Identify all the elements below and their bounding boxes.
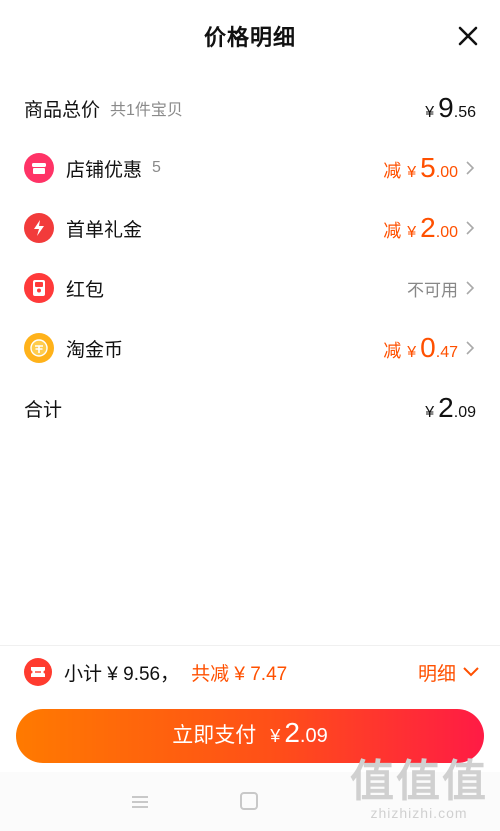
- price-decimal: .47: [435, 343, 458, 361]
- price-integer: 2: [438, 392, 454, 423]
- currency-symbol: ¥: [425, 404, 435, 421]
- currency-symbol: ¥: [270, 726, 281, 746]
- currency-symbol: ¥: [407, 223, 417, 241]
- detail-toggle[interactable]: 明细: [418, 659, 480, 686]
- row-label: 店铺优惠: [66, 159, 143, 181]
- detail-label: 明细: [417, 663, 456, 685]
- row-label: 红包: [66, 279, 105, 301]
- price-integer: 9: [438, 92, 454, 123]
- currency-symbol: ¥: [425, 104, 435, 121]
- reduce-label: 减: [383, 220, 402, 241]
- row-shop-discount[interactable]: 店铺优惠 5 减 ¥ 5 .00: [24, 146, 476, 190]
- red-packet-icon: [24, 273, 54, 303]
- home-icon[interactable]: [240, 792, 258, 810]
- reduce-label: 减: [383, 340, 402, 361]
- row-label: 首单礼金: [66, 219, 143, 241]
- currency-symbol: ¥: [407, 343, 417, 361]
- pay-label: 立即支付: [172, 724, 257, 747]
- watermark-url: zhizhizhi.com: [370, 805, 468, 821]
- row-first-order-gift[interactable]: 首单礼金 减 ¥ 2 .00: [24, 206, 476, 250]
- ticket-icon: [24, 658, 52, 686]
- price-decimal: .00: [435, 223, 458, 241]
- chevron-right-icon: [466, 161, 475, 175]
- currency-symbol: ¥: [407, 163, 417, 181]
- discount-count: 5: [152, 159, 161, 176]
- row-label: 合计: [24, 399, 63, 421]
- chevron-right-icon: [466, 281, 475, 295]
- watermark-logo: 值值值: [350, 757, 488, 806]
- unavailable-text: 不可用: [407, 280, 458, 300]
- coin-icon: [24, 333, 54, 363]
- chevron-right-icon: [466, 221, 475, 235]
- menu-icon[interactable]: [130, 794, 150, 810]
- chevron-down-icon: [463, 667, 479, 677]
- shop-icon: [24, 153, 54, 183]
- subtotal-text: 小计 ¥ 9.56，: [64, 663, 180, 685]
- price-decimal: .09: [453, 404, 476, 421]
- page-title: 价格明细: [203, 25, 296, 50]
- row-red-packet[interactable]: 红包 不可用: [24, 266, 476, 310]
- header: 价格明细: [0, 0, 500, 76]
- row-total-price: 商品总价 共1件宝贝 ¥ 9 .56: [24, 86, 476, 130]
- divider: [0, 645, 500, 646]
- row-taojinbi[interactable]: 淘金币 减 ¥ 0 .47: [24, 326, 476, 370]
- subtotal-bar: 小计 ¥ 9.56， 共减 ¥ 7.47 明细: [24, 652, 480, 692]
- row-sum-total: 合计 ¥ 2 .09: [24, 386, 476, 430]
- total-savings: 共减 ¥ 7.47: [191, 663, 288, 685]
- lightning-icon: [24, 213, 54, 243]
- system-navbar: 值值值 zhizhizhi.com: [0, 759, 500, 831]
- watermark: 值值值 zhizhizhi.com: [350, 757, 488, 822]
- price-integer: 0: [420, 331, 436, 363]
- reduce-label: 减: [383, 160, 402, 181]
- item-count: 共1件宝贝: [110, 102, 183, 119]
- price-integer: 2: [420, 211, 436, 243]
- row-label: 商品总价: [24, 99, 101, 121]
- pay-integer: 2: [284, 717, 300, 748]
- price-integer: 5: [420, 151, 436, 183]
- close-icon[interactable]: [454, 22, 482, 50]
- pay-decimal: .09: [299, 725, 328, 747]
- chevron-right-icon: [466, 341, 475, 355]
- price-decimal: .00: [435, 163, 458, 181]
- row-label: 淘金币: [66, 339, 124, 361]
- price-decimal: .56: [453, 104, 476, 121]
- pay-now-button[interactable]: 立即支付 ¥ 2 .09: [16, 709, 484, 763]
